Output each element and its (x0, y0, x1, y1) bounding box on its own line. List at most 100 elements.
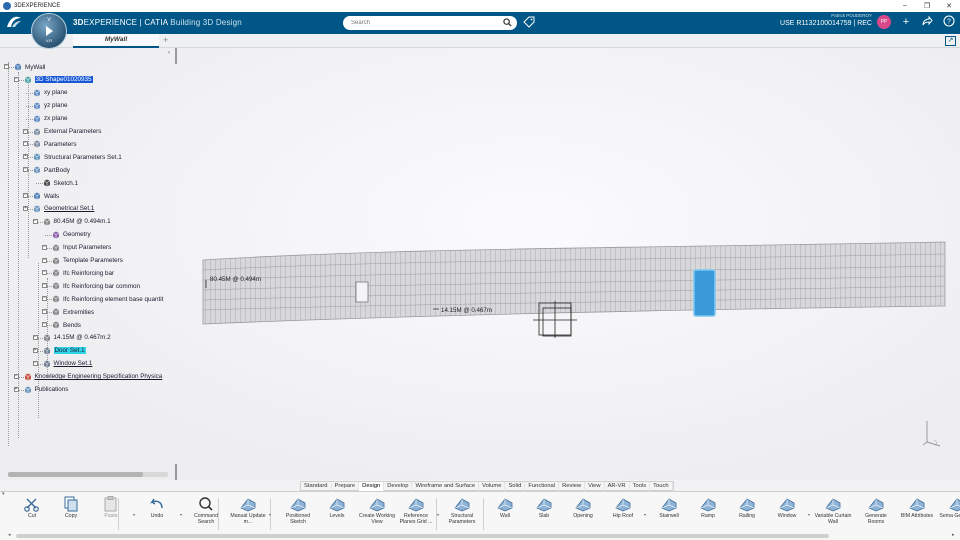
dropdown-caret-icon[interactable]: ▾ (133, 512, 135, 517)
expand-toggle-icon[interactable]: − (32, 218, 38, 224)
undo-button[interactable]: Undo (138, 494, 176, 534)
positioned-sketch-button[interactable]: Positioned Sketch (279, 494, 317, 534)
expand-toggle-icon[interactable]: − (23, 193, 28, 198)
dropdown-caret-icon[interactable]: ▾ (180, 512, 182, 517)
tree-node[interactable]: − Input Parameters (42, 243, 111, 253)
tree-node[interactable]: − Template Parameters (42, 256, 123, 266)
dropdown-caret-icon[interactable]: ▾ (437, 512, 439, 517)
scroll-left-icon[interactable]: ◂ (8, 532, 11, 538)
maximize-viewer-icon[interactable]: ↗ (945, 36, 956, 46)
tree-node[interactable]: − 80.45M @ 0.494m.1 (32, 217, 111, 227)
expand-toggle-icon[interactable]: − (42, 257, 47, 263)
ramp-button[interactable]: Ramp (689, 494, 727, 534)
tree-splitter-bottom[interactable] (175, 464, 177, 480)
search-box[interactable] (343, 16, 517, 30)
expand-toggle-icon[interactable]: + (23, 205, 28, 211)
slab-button[interactable]: Slab (525, 494, 563, 534)
scrollbar-thumb[interactable] (8, 472, 143, 477)
expand-toggle-icon[interactable]: − (42, 244, 47, 250)
expand-toggle-icon[interactable]: − (42, 309, 47, 315)
minimize-button[interactable]: – (894, 2, 916, 10)
expand-toggle-icon[interactable]: − (42, 322, 47, 327)
section-tab[interactable]: AR-VR (605, 482, 630, 491)
section-tab[interactable]: View (585, 482, 605, 491)
planes-grid-button[interactable]: Reference Planes Grid ... (397, 494, 435, 534)
expand-toggle-icon[interactable]: − (4, 64, 9, 69)
axis-compass-icon[interactable] (920, 418, 944, 450)
section-tab[interactable]: Review (559, 482, 586, 491)
railing-button[interactable]: Railing (728, 494, 766, 534)
expand-toggle-icon[interactable]: − (32, 334, 38, 340)
collapse-tree-icon[interactable]: ‹ (168, 50, 170, 56)
tree-node[interactable]: − Bends (42, 320, 81, 330)
working-view-button[interactable]: Create Working View (358, 494, 396, 534)
paste-button[interactable]: Paste (92, 494, 130, 534)
tree-node[interactable]: − Walls (23, 191, 59, 201)
section-tab[interactable]: Touch (650, 482, 673, 491)
section-tab[interactable]: Standard (301, 482, 332, 491)
user-context[interactable]: Patrick POUDEROY USE R1132100014759 | RE… (780, 13, 872, 27)
structural-parameters-button[interactable]: Structural Parameters (443, 494, 481, 534)
expand-toggle-icon[interactable]: − (32, 360, 38, 366)
section-tab[interactable]: Wireframe and Surface (412, 482, 480, 491)
expand-toggle-icon[interactable]: − (42, 270, 47, 276)
tree-node[interactable]: − Parameters (23, 139, 77, 149)
tree-node[interactable]: zx plane (33, 114, 67, 124)
section-tab[interactable]: Volume (479, 482, 506, 491)
tree-node[interactable]: − Window Set.1 (32, 359, 92, 369)
tree-node[interactable]: − PartBody (23, 165, 70, 175)
search-icon[interactable] (503, 18, 512, 27)
close-button[interactable]: ✕ (938, 2, 960, 10)
action-bar-scrollbar[interactable] (16, 534, 829, 538)
tree-node[interactable]: − Ifc Reinforcing bar (42, 268, 114, 278)
hip-roof-button[interactable]: Hip Roof (604, 494, 642, 534)
avatar[interactable]: PP (877, 15, 891, 29)
tree-node[interactable]: + Geometrical Set.1 (23, 204, 94, 214)
section-tab[interactable]: Design (359, 482, 385, 491)
section-tab[interactable]: Solid (505, 482, 526, 491)
expand-toggle-icon[interactable]: − (23, 141, 28, 147)
tag-icon[interactable] (523, 16, 535, 28)
dropdown-caret-icon[interactable]: ▾ (269, 512, 271, 517)
levels-button[interactable]: Levels (318, 494, 356, 534)
search-input[interactable] (351, 20, 491, 26)
dropdown-caret-icon[interactable]: ▾ (644, 512, 646, 517)
tree-node[interactable]: − Ifc Reinforcing element base quantit (42, 294, 163, 304)
cut-button[interactable]: Cut (13, 494, 51, 534)
expand-toggle-icon[interactable]: − (42, 296, 47, 302)
tree-node[interactable]: + Publications (13, 385, 68, 395)
generate-rooms-button[interactable]: Generate Rooms (857, 494, 895, 534)
window-button[interactable]: Window (768, 494, 806, 534)
semantic-geometry-button[interactable]: Sema Geometr (938, 494, 960, 534)
expand-toggle-icon[interactable]: − (13, 373, 19, 379)
plus-icon[interactable]: + (899, 15, 913, 29)
tree-root[interactable]: − MyWall (4, 62, 45, 72)
tree-horizontal-scrollbar[interactable] (8, 472, 168, 477)
tree-node[interactable]: − External Parameters (23, 127, 101, 137)
tree-node[interactable]: Sketch.1 (43, 178, 78, 188)
tree-node[interactable]: − 14.15M @ 0.467m.2 (32, 333, 111, 343)
collab-space[interactable]: USE R1132100014759 | REC (780, 20, 872, 27)
tree-node[interactable]: yz plane (33, 101, 67, 111)
expand-toggle-icon[interactable]: + (13, 386, 19, 392)
add-tab-button[interactable]: + (163, 35, 168, 45)
tree-node[interactable]: − 3D Shape01020935 (13, 75, 93, 85)
tree-splitter[interactable] (175, 48, 177, 64)
expand-toggle-icon[interactable]: − (23, 167, 28, 173)
tree-node[interactable]: Geometry (52, 230, 91, 240)
section-tab[interactable]: Tools (630, 482, 651, 491)
manual-update-button[interactable]: Manual Update m... (229, 494, 267, 534)
compass-icon[interactable]: V V,R (31, 13, 67, 49)
wall-button[interactable]: Wall (486, 494, 524, 534)
expand-toggle-icon[interactable]: − (42, 283, 47, 289)
expand-toggle-icon[interactable]: − (23, 128, 28, 134)
restore-button[interactable]: ❐ (916, 2, 938, 10)
stairwell-button[interactable]: Stairwell (650, 494, 688, 534)
opening-button[interactable]: Opening (564, 494, 602, 534)
tree-node[interactable]: − Ifc Reinforcing bar common (42, 281, 140, 291)
section-tab[interactable]: Develop (384, 482, 413, 491)
help-icon[interactable]: ? (942, 15, 956, 29)
dropdown-caret-icon[interactable]: ▾ (808, 512, 810, 517)
tab-mywall[interactable]: MyWall (73, 34, 159, 48)
expand-toggle-icon[interactable]: + (32, 347, 38, 353)
